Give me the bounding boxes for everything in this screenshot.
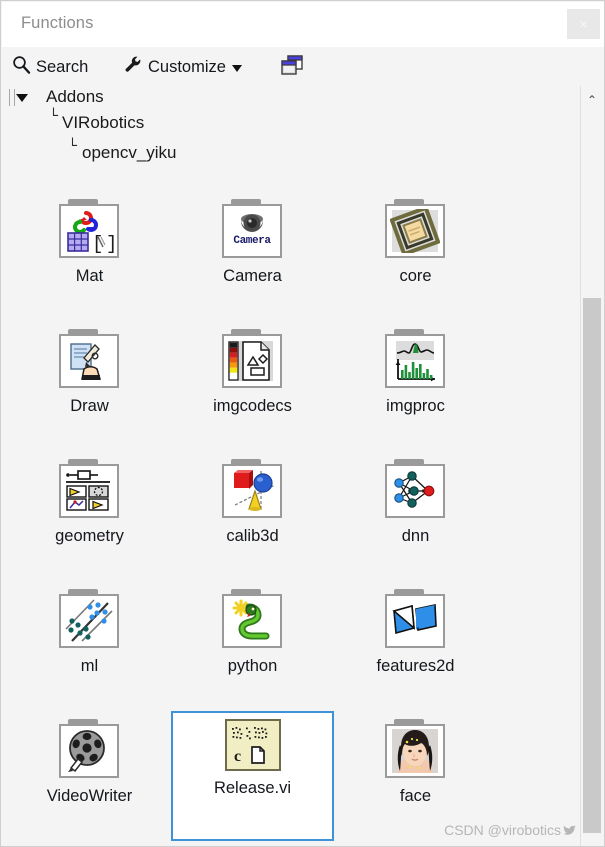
chevron-down-icon xyxy=(231,65,242,72)
svg-text:Camera: Camera xyxy=(233,235,271,247)
palette-item-label: geometry xyxy=(55,527,124,545)
palette-item-label: Camera xyxy=(223,267,282,285)
window-pin-icon xyxy=(280,54,304,82)
draw-folder-icon xyxy=(58,329,121,389)
palette-item-label: calib3d xyxy=(226,527,279,545)
dnn-folder-icon xyxy=(384,459,447,519)
breadcrumb-grip[interactable] xyxy=(9,89,15,106)
wrench-icon xyxy=(124,55,143,79)
imgcodecs-folder-icon xyxy=(221,329,284,389)
customize-button[interactable]: Customize xyxy=(124,54,242,80)
camera-folder-icon: Camera xyxy=(221,199,284,259)
svg-text:c: c xyxy=(234,748,241,765)
palette-item-camera[interactable]: Camera Camera xyxy=(171,191,334,321)
palette-item-geometry[interactable]: geometry xyxy=(8,451,171,581)
palette-item-label: python xyxy=(227,657,278,675)
palette-item-imgproc[interactable]: imgproc xyxy=(334,321,497,451)
palette-item-core[interactable]: core xyxy=(334,191,497,321)
palette-item-draw[interactable]: Draw xyxy=(8,321,171,451)
ml-folder-icon xyxy=(58,589,121,649)
scroll-up-arrow[interactable]: ⌃ xyxy=(581,90,603,110)
mat-folder-icon: [ ] xyxy=(58,199,121,259)
magnifier-icon xyxy=(12,55,31,79)
customize-label: Customize xyxy=(148,57,226,76)
breadcrumb-item-addons[interactable]: Addons xyxy=(46,87,104,107)
palette-item-release-vi[interactable]: c Release.vi xyxy=(171,711,334,841)
palette-item-label: core xyxy=(399,267,432,285)
features2d-folder-icon xyxy=(384,589,447,649)
vertical-scrollbar[interactable]: ⌃ xyxy=(580,86,603,846)
toolbar: Search Customize xyxy=(2,47,604,86)
watermark: CSDN @virobotics xyxy=(444,822,576,838)
title-bar: Functions × xyxy=(2,2,604,48)
palette-item-videowriter[interactable]: VideoWriter xyxy=(8,711,171,841)
palette-item-ml[interactable]: ml xyxy=(8,581,171,711)
svg-text:]: ] xyxy=(106,233,114,253)
palette-item-imgcodecs[interactable]: imgcodecs xyxy=(171,321,334,451)
python-folder-icon xyxy=(221,589,284,649)
palette-item-label: Release.vi xyxy=(213,779,292,797)
palette-item-label: Draw xyxy=(70,397,109,415)
calib3d-folder-icon xyxy=(221,459,284,519)
palette-body: [ ] Mat xyxy=(2,191,572,846)
watermark-text: CSDN @virobotics xyxy=(444,822,561,838)
bird-icon xyxy=(563,822,576,838)
palette-item-label: features2d xyxy=(376,657,455,675)
palette-item-label: imgcodecs xyxy=(213,397,292,415)
search-label: Search xyxy=(36,57,89,76)
functions-palette-window: Functions × Search Customize Addons └ VI… xyxy=(0,0,605,847)
core-folder-icon xyxy=(384,199,447,259)
search-button[interactable]: Search xyxy=(12,54,88,80)
palette-item-label: face xyxy=(399,787,432,805)
palette-item-label: VideoWriter xyxy=(46,787,133,805)
palette-item-features2d[interactable]: features2d xyxy=(334,581,497,711)
breadcrumb-elbow: └ xyxy=(49,108,59,125)
scrollbar-thumb[interactable] xyxy=(583,298,601,833)
geometry-folder-icon xyxy=(58,459,121,519)
pin-window-button[interactable] xyxy=(280,54,304,82)
face-folder-icon xyxy=(384,719,447,779)
window-title: Functions xyxy=(21,14,94,32)
breadcrumb: Addons └ VIRobotics └ opencv_yiku xyxy=(2,86,562,191)
close-icon: × xyxy=(579,16,588,32)
palette-item-label: Mat xyxy=(75,267,104,285)
breadcrumb-item-virobotics[interactable]: VIRobotics xyxy=(62,113,144,133)
breadcrumb-item-opencv-yiku[interactable]: opencv_yiku xyxy=(82,143,177,163)
palette-item-dnn[interactable]: dnn xyxy=(334,451,497,581)
palette-item-calib3d[interactable]: calib3d xyxy=(171,451,334,581)
imgproc-folder-icon xyxy=(384,329,447,389)
videowriter-folder-icon xyxy=(58,719,121,779)
palette-item-label: ml xyxy=(80,657,99,675)
close-button[interactable]: × xyxy=(567,9,600,39)
breadcrumb-elbow: └ xyxy=(68,138,78,155)
breadcrumb-collapse-toggle[interactable] xyxy=(16,94,28,102)
icon-grid: [ ] Mat xyxy=(2,191,572,841)
palette-item-mat[interactable]: [ ] Mat xyxy=(8,191,171,321)
palette-item-python[interactable]: python xyxy=(171,581,334,711)
release-vi-icon: c xyxy=(224,719,281,771)
palette-item-label: dnn xyxy=(401,527,430,545)
palette-item-label: imgproc xyxy=(386,397,445,415)
